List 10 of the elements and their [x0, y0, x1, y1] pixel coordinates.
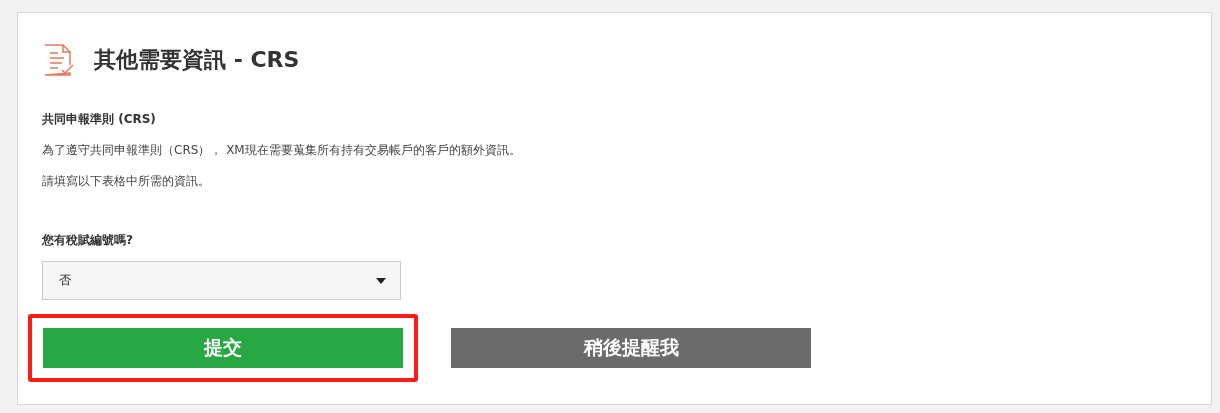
- dropdown-caret-icon: [376, 277, 386, 284]
- select-field[interactable]: 否: [42, 261, 401, 300]
- field-label: 您有稅賦編號嗎?: [42, 232, 134, 249]
- paragraph: 請填寫以下表格中所需的資訊。: [42, 173, 211, 190]
- document-check-icon: [42, 43, 76, 77]
- submit-button[interactable]: 提交: [43, 328, 403, 368]
- remind-later-button[interactable]: 稍後提醒我: [451, 328, 811, 368]
- page-title: 其他需要資訊 - CRS: [94, 46, 300, 74]
- paragraph: 為了遵守共同申報準則（CRS）， XM現在需要蒐集所有持有交易帳戶的客戶的額外資訊。: [42, 142, 522, 159]
- section-heading: 共同申報準則 (CRS): [42, 111, 157, 128]
